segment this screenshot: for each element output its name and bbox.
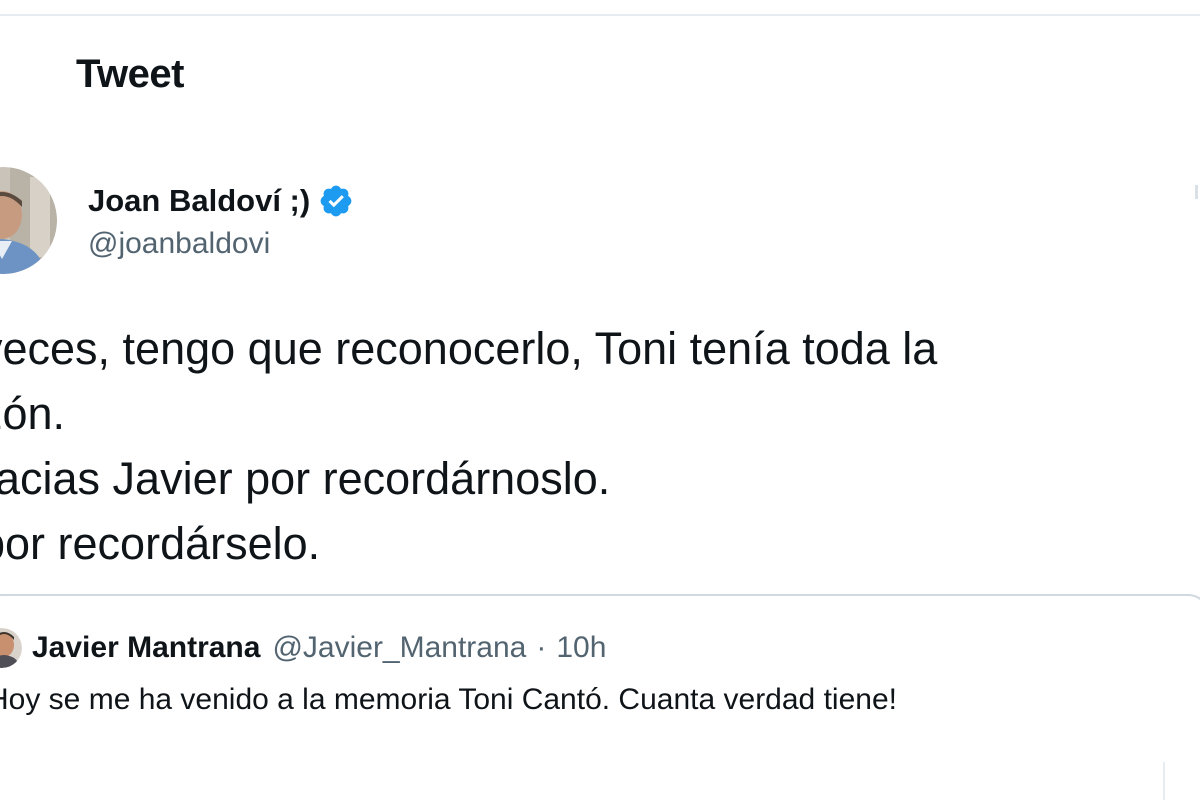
tweet-text-line: zón. bbox=[0, 388, 66, 439]
verified-badge-icon bbox=[318, 183, 354, 219]
author-name-line: Joan Baldoví ;) bbox=[88, 179, 354, 223]
quoted-tweet-time[interactable]: 10h bbox=[556, 631, 606, 665]
quoted-author-avatar[interactable] bbox=[0, 628, 22, 668]
tweet-author-row: Joan Baldoví ;) @joanbaldovi bbox=[0, 165, 354, 275]
more-options-icon[interactable] bbox=[1195, 185, 1198, 199]
author-meta: Joan Baldoví ;) @joanbaldovi bbox=[88, 179, 354, 261]
tweet-text-line: veces, tengo que reconocerlo, Toni tenía… bbox=[0, 323, 938, 374]
quoted-tweet-text: Hoy se me ha venido a la memoria Toni Ca… bbox=[0, 683, 897, 716]
quoted-author-handle[interactable]: @Javier_Mantrana bbox=[272, 631, 526, 665]
tweet-text: veces, tengo que reconocerlo, Toni tenía… bbox=[0, 316, 1180, 576]
quoted-tweet-header: Javier Mantrana @Javier_Mantrana · 10h bbox=[0, 622, 606, 674]
author-avatar[interactable] bbox=[0, 166, 57, 274]
tweet-text-line: racias Javier por recordárnoslo. bbox=[0, 453, 611, 504]
avatar-photo-icon bbox=[0, 628, 22, 668]
divider bbox=[1163, 762, 1165, 800]
separator-dot: · bbox=[536, 631, 547, 664]
top-divider bbox=[0, 14, 1200, 16]
page-title: Tweet bbox=[76, 52, 184, 96]
tweet-detail-page: Tweet Joan Baldoví ;) @joanbaldovi veces… bbox=[0, 0, 1200, 800]
tweet-text-line: por recordárselo. bbox=[0, 518, 321, 569]
avatar-photo-icon bbox=[0, 166, 57, 274]
author-name[interactable]: Joan Baldoví ;) bbox=[88, 183, 310, 219]
author-handle[interactable]: @joanbaldovi bbox=[88, 227, 354, 261]
quoted-author-name[interactable]: Javier Mantrana bbox=[32, 631, 260, 665]
